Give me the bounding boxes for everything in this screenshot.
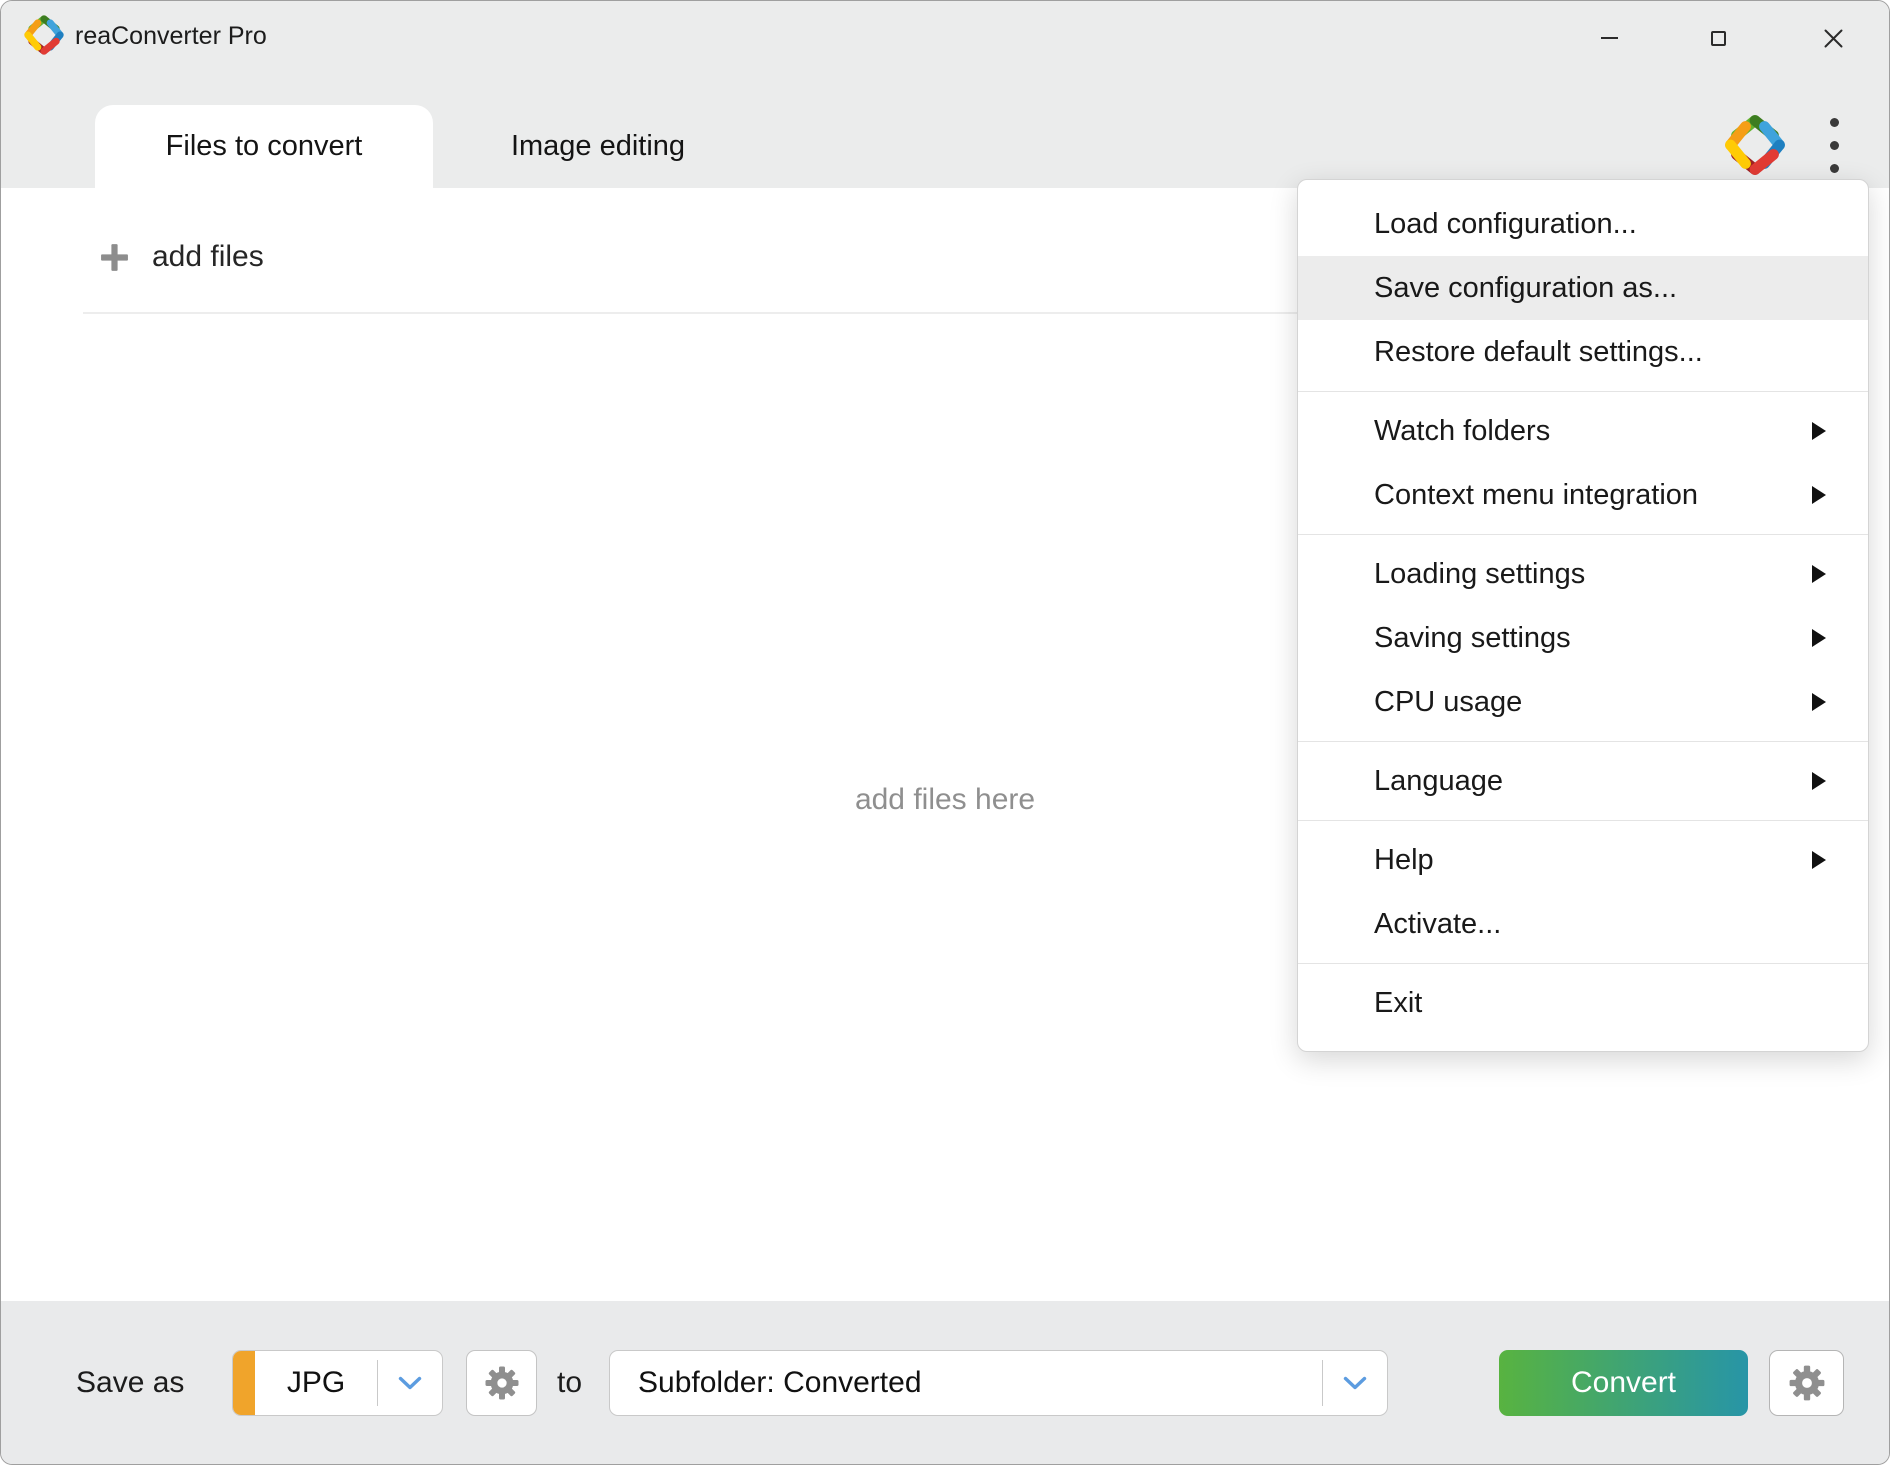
main-menu-popup: Load configuration... Save configuration … (1297, 179, 1869, 1052)
output-format-value: JPG (286, 1366, 346, 1399)
close-button[interactable] (1808, 13, 1858, 63)
menu-item-label: CPU usage (1374, 685, 1523, 718)
maximize-button[interactable] (1693, 13, 1743, 63)
close-icon (1824, 29, 1842, 47)
menu-item-label: Save configuration as... (1374, 271, 1678, 304)
minimize-icon (1600, 37, 1618, 39)
menu-separator (1298, 963, 1868, 964)
plus-icon (101, 243, 128, 271)
menu-item-save-configuration-as[interactable]: Save configuration as... (1298, 256, 1868, 320)
menu-item-label: Exit (1374, 986, 1423, 1019)
format-color-stripe (233, 1351, 255, 1415)
submenu-arrow-icon (1812, 851, 1826, 869)
destination-value: Subfolder: Converted (638, 1366, 922, 1399)
menu-item-exit[interactable]: Exit (1298, 971, 1868, 1035)
add-files-button[interactable]: add files (99, 240, 264, 274)
title-bar: reaConverter Pro (1, 1, 1889, 71)
tab-label: Image editing (510, 130, 686, 162)
add-files-label: add files (152, 240, 264, 273)
gear-icon (1789, 1365, 1824, 1401)
menu-item-label: Restore default settings... (1374, 335, 1703, 368)
kebab-dot (1829, 163, 1839, 173)
menu-separator (1298, 391, 1868, 392)
destination-select[interactable]: Subfolder: Converted (609, 1350, 1388, 1416)
submenu-arrow-icon (1812, 772, 1826, 790)
menu-item-label: Watch folders (1374, 414, 1551, 447)
tab-label: Files to convert (165, 130, 363, 162)
menu-separator (1298, 741, 1868, 742)
app-logo-icon (23, 14, 65, 56)
menu-item-label: Activate... (1374, 907, 1502, 940)
kebab-dot (1829, 140, 1839, 150)
menu-item-label: Load configuration... (1374, 207, 1637, 240)
reaconverter-logo-icon (1723, 113, 1787, 177)
tab-files-to-convert[interactable]: Files to convert (95, 105, 433, 188)
format-caret-zone[interactable] (378, 1376, 442, 1391)
menu-item-context-menu-integration[interactable]: Context menu integration (1298, 463, 1868, 527)
menu-item-language[interactable]: Language (1298, 749, 1868, 813)
kebab-dot (1829, 117, 1839, 127)
menu-separator (1298, 820, 1868, 821)
menu-item-saving-settings[interactable]: Saving settings (1298, 606, 1868, 670)
chevron-down-icon (398, 1376, 422, 1389)
main-menu-button[interactable] (1811, 109, 1857, 181)
conversion-bar: Save as JPG to Subfolder: Converted Conv… (1, 1301, 1889, 1464)
menu-item-restore-default-settings[interactable]: Restore default settings... (1298, 320, 1868, 384)
menu-item-help[interactable]: Help (1298, 828, 1868, 892)
convert-label: Convert (1570, 1366, 1677, 1399)
menu-separator (1298, 534, 1868, 535)
tab-image-editing[interactable]: Image editing (433, 105, 763, 188)
to-label: to (557, 1365, 583, 1399)
menu-item-activate[interactable]: Activate... (1298, 892, 1868, 956)
convert-button[interactable]: Convert (1499, 1350, 1748, 1416)
menu-item-label: Language (1374, 764, 1504, 797)
minimize-button[interactable] (1584, 13, 1634, 63)
menu-item-label: Saving settings (1374, 621, 1571, 654)
menu-item-loading-settings[interactable]: Loading settings (1298, 542, 1868, 606)
gear-icon (485, 1366, 518, 1400)
save-as-label: Save as (76, 1365, 185, 1399)
submenu-arrow-icon (1812, 629, 1826, 647)
submenu-arrow-icon (1812, 565, 1826, 583)
menu-item-label: Loading settings (1374, 557, 1586, 590)
submenu-arrow-icon (1812, 422, 1826, 440)
convert-settings-button[interactable] (1769, 1350, 1844, 1416)
submenu-arrow-icon (1812, 693, 1826, 711)
submenu-arrow-icon (1812, 486, 1826, 504)
app-window: reaConverter Pro Files to convert Image … (0, 0, 1890, 1465)
menu-item-label: Help (1374, 843, 1434, 876)
menu-item-load-configuration[interactable]: Load configuration... (1298, 192, 1868, 256)
output-format-select[interactable]: JPG (232, 1350, 443, 1416)
format-settings-button[interactable] (466, 1350, 537, 1416)
menu-item-cpu-usage[interactable]: CPU usage (1298, 670, 1868, 734)
menu-item-watch-folders[interactable]: Watch folders (1298, 399, 1868, 463)
menu-item-label: Context menu integration (1374, 478, 1699, 511)
chevron-down-icon (1343, 1376, 1367, 1389)
window-title: reaConverter Pro (75, 21, 267, 50)
maximize-icon (1710, 30, 1726, 46)
destination-caret-zone[interactable] (1323, 1376, 1387, 1391)
